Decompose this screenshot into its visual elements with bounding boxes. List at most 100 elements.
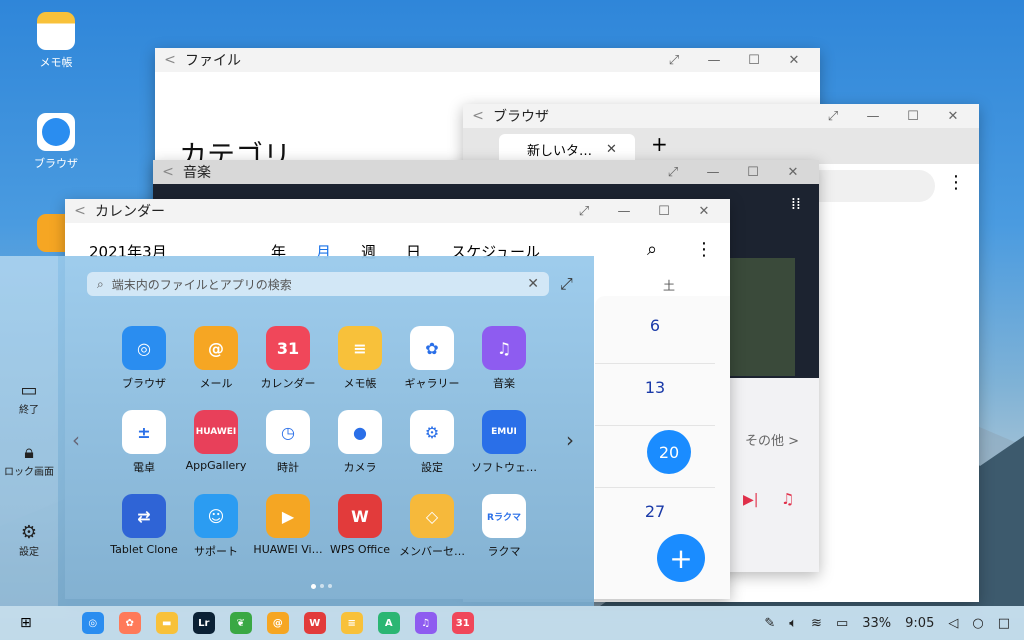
nav-back-icon[interactable]: ◁ xyxy=(948,616,958,631)
settings-button[interactable]: ⚙ 設定 xyxy=(0,522,58,558)
back-icon[interactable]: < xyxy=(463,108,493,124)
album-art[interactable] xyxy=(723,258,795,376)
taskbar-app-mail[interactable]: @ xyxy=(266,612,289,634)
close-icon[interactable]: ✕ xyxy=(774,53,814,68)
app-drawer-icon[interactable]: ⊞ xyxy=(20,615,32,631)
app-4[interactable]: ✿ ギャラリー xyxy=(393,326,471,391)
nav-home-icon[interactable]: ○ xyxy=(972,616,983,631)
minimize-icon[interactable]: — xyxy=(694,53,734,68)
launcher-search-bar[interactable]: ⌕ 端末内のファイルとアプリの検索 ✕ xyxy=(87,272,549,296)
app-16[interactable]: ◇ メンバーセ… xyxy=(393,494,471,559)
music-menu-icon[interactable]: ⁞⁞ xyxy=(791,194,801,213)
exit-button[interactable]: ▭ 終了 xyxy=(0,380,58,416)
taskbar-app-appstore[interactable]: A xyxy=(377,612,400,634)
taskbar-app-calendar[interactable]: 31 xyxy=(451,612,474,634)
app-9[interactable]: ● カメラ xyxy=(321,410,399,475)
close-icon[interactable]: ✕ xyxy=(933,109,973,124)
next-page-icon[interactable]: › xyxy=(566,428,574,452)
volume-icon[interactable]: 🔈︎ xyxy=(789,616,797,631)
close-icon[interactable]: ✕ xyxy=(773,165,813,180)
more-link[interactable]: その他 > xyxy=(745,430,799,449)
prev-page-icon[interactable]: ‹ xyxy=(72,428,80,452)
close-icon[interactable]: ✕ xyxy=(684,204,724,219)
settings-label: 設定 xyxy=(19,547,39,558)
divider xyxy=(595,425,715,426)
browser-tabstrip: 新しいタ… ✕ + xyxy=(463,128,979,164)
app-3[interactable]: ≡ メモ帳 xyxy=(321,326,399,391)
app-10[interactable]: ⚙ 設定 xyxy=(393,410,471,475)
wifi-icon[interactable]: ≋ xyxy=(811,616,822,631)
app-14[interactable]: ▶ HUAWEI Vi… xyxy=(249,494,327,556)
taskbar-app-notepad[interactable]: ≡ xyxy=(340,612,363,634)
app-6[interactable]: ± 電卓 xyxy=(105,410,183,475)
new-tab-button[interactable]: + xyxy=(651,132,668,156)
minimize-icon[interactable]: — xyxy=(693,165,733,180)
app-icon: Rラクマ xyxy=(482,494,526,538)
next-track-icon[interactable]: ▶| xyxy=(743,492,758,508)
app-8[interactable]: ◷ 時計 xyxy=(249,410,327,475)
divider xyxy=(595,487,715,488)
selected-date[interactable]: 20 xyxy=(647,430,691,474)
maximize-icon[interactable]: ☐ xyxy=(644,204,684,219)
expand-icon[interactable]: ⤢ xyxy=(564,204,604,219)
nav-recent-icon[interactable]: □ xyxy=(998,616,1010,631)
taskbar: ⊞ ◎ ✿ ▬ Lr ❦ @ W ≡ A ♫ 31 ✎ 🔈︎ ≋ ▭ 33% 9:05 ◁ ○ □ xyxy=(0,606,1024,640)
taskbar-app-snapseed[interactable]: ❦ xyxy=(229,612,252,634)
search-input[interactable]: 端末内のファイルとアプリの検索 xyxy=(112,276,528,293)
window-title: 音楽 xyxy=(183,165,211,181)
add-event-button[interactable]: + xyxy=(657,534,705,582)
maximize-icon[interactable]: ☐ xyxy=(893,109,933,124)
taskbar-app-files[interactable]: ▬ xyxy=(155,612,178,634)
desktop-icon-notepad[interactable]: メモ帳 xyxy=(21,12,91,70)
app-13[interactable]: ☺ サポート xyxy=(177,494,255,559)
app-icon: ≡ xyxy=(338,326,382,370)
minimize-icon[interactable]: — xyxy=(853,109,893,124)
app-0[interactable]: ◎ ブラウザ xyxy=(105,326,183,391)
date-cell[interactable]: 6 xyxy=(595,316,715,335)
app-label: メンバーセ… xyxy=(399,545,465,558)
back-icon[interactable]: < xyxy=(65,203,95,219)
taskbar-app-gallery[interactable]: ✿ xyxy=(118,612,141,634)
taskbar-app-music[interactable]: ♫ xyxy=(414,612,437,634)
app-label: HUAWEI Vi… xyxy=(253,543,323,556)
app-15[interactable]: W WPS Office xyxy=(321,494,399,556)
app-12[interactable]: ⇄ Tablet Clone xyxy=(105,494,183,556)
playlist-icon[interactable]: ♫ xyxy=(781,490,794,508)
tab-close-icon[interactable]: ✕ xyxy=(606,142,617,157)
app-label: サポート xyxy=(194,545,238,558)
taskbar-app-browser[interactable]: ◎ xyxy=(81,612,104,634)
app-icon: ◇ xyxy=(410,494,454,538)
search-icon: ⌕ xyxy=(97,276,104,291)
taskbar-app-wps[interactable]: W xyxy=(303,612,326,634)
app-label: 設定 xyxy=(421,461,443,474)
more-icon[interactable]: ⋮ xyxy=(947,172,965,193)
app-5[interactable]: ♫ 音楽 xyxy=(465,326,543,391)
date-cell[interactable]: 27 xyxy=(595,502,715,521)
search-icon[interactable]: ⌕ xyxy=(647,239,657,260)
more-icon[interactable]: ⋮ xyxy=(695,239,713,260)
expand-icon[interactable]: ⤢ xyxy=(813,109,853,124)
back-icon[interactable]: < xyxy=(155,52,185,68)
expand-icon[interactable]: ⤢ xyxy=(654,53,694,68)
app-icon: ◷ xyxy=(266,410,310,454)
minimize-icon[interactable]: — xyxy=(604,204,644,219)
maximize-icon[interactable]: ☐ xyxy=(733,165,773,180)
back-icon[interactable]: < xyxy=(153,164,183,180)
desktop-icon-label: メモ帳 xyxy=(39,56,73,69)
app-2[interactable]: 31 カレンダー xyxy=(249,326,327,391)
taskbar-app-lightroom[interactable]: Lr xyxy=(192,612,215,634)
lock-screen-button[interactable]: 🔒︎ ロック画面 xyxy=(0,442,58,478)
pen-icon[interactable]: ✎ xyxy=(764,616,775,631)
maximize-icon[interactable]: ☐ xyxy=(734,53,774,68)
expand-icon[interactable]: ⤢ xyxy=(560,274,573,294)
date-cell[interactable]: 13 xyxy=(595,378,715,397)
app-label: ギャラリー xyxy=(404,377,460,390)
clear-icon[interactable]: ✕ xyxy=(527,276,539,292)
laptop-icon: ▭ xyxy=(20,380,38,401)
desktop-icon-browser[interactable]: ブラウザ xyxy=(21,113,91,171)
expand-icon[interactable]: ⤢ xyxy=(653,165,693,180)
app-11[interactable]: EMUI ソフトウェ… xyxy=(465,410,543,475)
app-7[interactable]: HUAWEI AppGallery xyxy=(177,410,255,472)
app-17[interactable]: Rラクマ ラクマ xyxy=(465,494,543,559)
app-1[interactable]: @ メール xyxy=(177,326,255,391)
